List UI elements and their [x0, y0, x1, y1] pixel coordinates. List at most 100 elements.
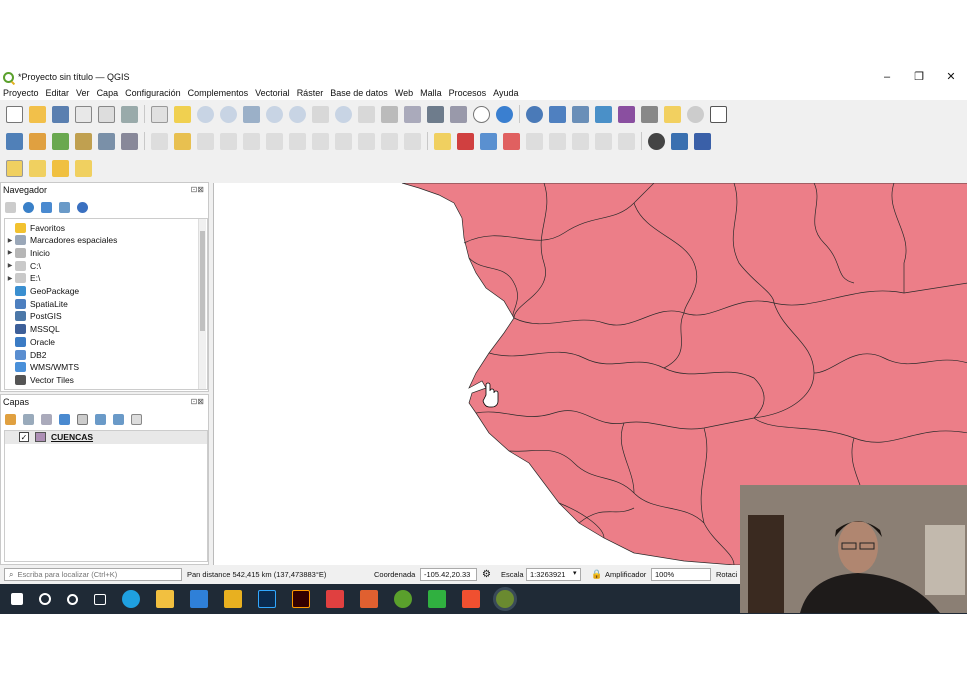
add-group-icon[interactable] — [23, 414, 34, 425]
help-icon[interactable] — [694, 132, 711, 150]
labeling-icon[interactable] — [434, 132, 451, 150]
collapse-all-icon[interactable] — [59, 202, 70, 213]
zoom-last-icon[interactable] — [335, 105, 352, 123]
collapse-all-layers-icon[interactable] — [113, 414, 124, 425]
photoshop-icon[interactable] — [258, 590, 276, 608]
browser-item-spatialite[interactable]: SpatiaLite — [5, 297, 68, 310]
zoom-native-icon[interactable] — [312, 105, 329, 123]
task-view-icon[interactable] — [94, 593, 106, 605]
open-project-icon[interactable] — [29, 105, 46, 123]
new-print-layout-icon[interactable] — [75, 105, 92, 123]
expand-arrow-icon[interactable]: ▶ — [5, 249, 15, 256]
app-orange-icon[interactable] — [462, 590, 480, 608]
menu-raster[interactable]: Ráster — [297, 88, 324, 98]
zoom-out-icon[interactable] — [220, 105, 237, 123]
pin-labels-icon[interactable] — [526, 132, 543, 150]
menu-ayuda[interactable]: Ayuda — [493, 88, 518, 98]
coordinate-field[interactable]: -105.42,20.33 — [420, 568, 477, 581]
current-edits-icon[interactable] — [151, 132, 168, 150]
browser-item-db2[interactable]: DB2 — [5, 348, 47, 361]
temporal-controller-icon[interactable] — [473, 105, 490, 123]
select-location-icon[interactable] — [75, 159, 92, 177]
maximize-button[interactable]: ❐ — [903, 69, 935, 85]
browser-scrollbar[interactable] — [198, 219, 206, 389]
statistics-sigma-icon[interactable] — [618, 105, 635, 123]
browser-item-e[interactable]: ▶ E:\ — [5, 272, 40, 285]
zoom-to-selection-icon[interactable] — [266, 105, 283, 123]
new-geopackage-layer-icon[interactable] — [29, 132, 46, 150]
pan-map-icon[interactable] — [151, 105, 168, 123]
new-map-view-icon[interactable] — [381, 105, 398, 123]
zoom-next-icon[interactable] — [358, 105, 375, 123]
new-bookmark-icon[interactable] — [427, 105, 444, 123]
new-temporary-layer-icon[interactable] — [121, 132, 138, 150]
expand-arrow-icon[interactable]: ▶ — [5, 237, 15, 244]
qgis-active-taskbar-icon[interactable] — [496, 590, 514, 608]
scrollbar-thumb[interactable] — [200, 231, 205, 331]
new-3d-view-icon[interactable] — [404, 105, 421, 123]
browser-item-postgis[interactable]: PostGIS — [5, 310, 62, 323]
layout-manager-icon[interactable] — [98, 105, 115, 123]
browser-item-marcadores-espaciales[interactable]: ▶ Marcadores espaciales — [5, 234, 117, 247]
menu-proyecto[interactable]: Proyecto — [3, 88, 39, 98]
map-tips-icon[interactable] — [664, 105, 681, 123]
zoom-in-icon[interactable] — [197, 105, 214, 123]
identify-features-icon[interactable] — [526, 105, 543, 123]
save-project-icon[interactable] — [52, 105, 69, 123]
browser-item-oracle[interactable]: Oracle — [5, 335, 55, 348]
layer-row-cuencas[interactable]: ✓ CUENCAS — [5, 431, 207, 444]
panel-close-icon[interactable]: ⊡⊠ — [191, 397, 204, 406]
select-by-value-icon[interactable] — [29, 159, 46, 177]
menu-configuracion[interactable]: Configuración — [125, 88, 181, 98]
toggle-editing-icon[interactable] — [174, 132, 191, 150]
qgis-taskbar-icon[interactable] — [394, 590, 412, 608]
deselect-features-icon[interactable] — [52, 159, 69, 177]
locator-input[interactable] — [17, 570, 168, 579]
menu-capa[interactable]: Capa — [97, 88, 119, 98]
zoom-to-layer-icon[interactable] — [289, 105, 306, 123]
close-button[interactable]: ✕ — [935, 69, 967, 85]
new-virtual-layer-icon[interactable] — [98, 132, 115, 150]
new-spatialite-layer-icon[interactable] — [75, 132, 92, 150]
new-project-icon[interactable] — [6, 105, 23, 123]
select-features-icon[interactable] — [6, 159, 23, 177]
modify-attributes-icon[interactable] — [266, 132, 283, 150]
layer-visibility-checkbox[interactable]: ✓ — [19, 432, 29, 442]
open-layer-styling-icon[interactable] — [5, 414, 16, 425]
menu-editar[interactable]: Editar — [46, 88, 70, 98]
python-console-icon[interactable] — [671, 132, 688, 150]
menu-procesos[interactable]: Procesos — [449, 88, 487, 98]
redo-icon[interactable] — [404, 132, 421, 150]
power-bi-icon[interactable] — [224, 590, 242, 608]
manage-map-themes-icon[interactable] — [41, 414, 52, 425]
git-tool-icon[interactable] — [360, 590, 378, 608]
menu-base-de-datos[interactable]: Base de datos — [330, 88, 388, 98]
menu-web[interactable]: Web — [395, 88, 413, 98]
processing-toolbox-icon[interactable] — [595, 105, 612, 123]
delete-selected-icon[interactable] — [289, 132, 306, 150]
search-icon[interactable] — [39, 593, 51, 605]
browser-item-inicio[interactable]: ▶ Inicio — [5, 246, 50, 259]
expand-arrow-icon[interactable]: ▶ — [5, 275, 15, 282]
vertex-tool-icon[interactable] — [243, 132, 260, 150]
menu-vectorial[interactable]: Vectorial — [255, 88, 290, 98]
zoom-full-icon[interactable] — [243, 105, 260, 123]
copy-features-icon[interactable] — [335, 132, 352, 150]
layer-diagram-options-icon[interactable] — [480, 132, 497, 150]
cut-features-icon[interactable] — [312, 132, 329, 150]
refresh-icon[interactable] — [496, 105, 513, 123]
lock-icon[interactable]: 🔒 — [591, 569, 602, 580]
cortana-icon[interactable] — [67, 593, 78, 605]
filter-browser-icon[interactable] — [41, 202, 52, 213]
pan-to-selection-icon[interactable] — [174, 105, 191, 123]
change-label-icon[interactable] — [618, 132, 635, 150]
browser-item-vector-tiles[interactable]: Vector Tiles — [5, 373, 74, 386]
expand-all-icon[interactable] — [95, 414, 106, 425]
layer-labeling-options-icon[interactable] — [457, 132, 474, 150]
refresh-browser-icon[interactable] — [23, 202, 34, 213]
plugin-globe-icon[interactable] — [648, 132, 665, 150]
toggle-extents-icon[interactable]: ⚙ — [482, 569, 491, 580]
menu-complementos[interactable]: Complementos — [188, 88, 249, 98]
add-feature-icon[interactable] — [220, 132, 237, 150]
measure-icon[interactable] — [641, 105, 658, 123]
